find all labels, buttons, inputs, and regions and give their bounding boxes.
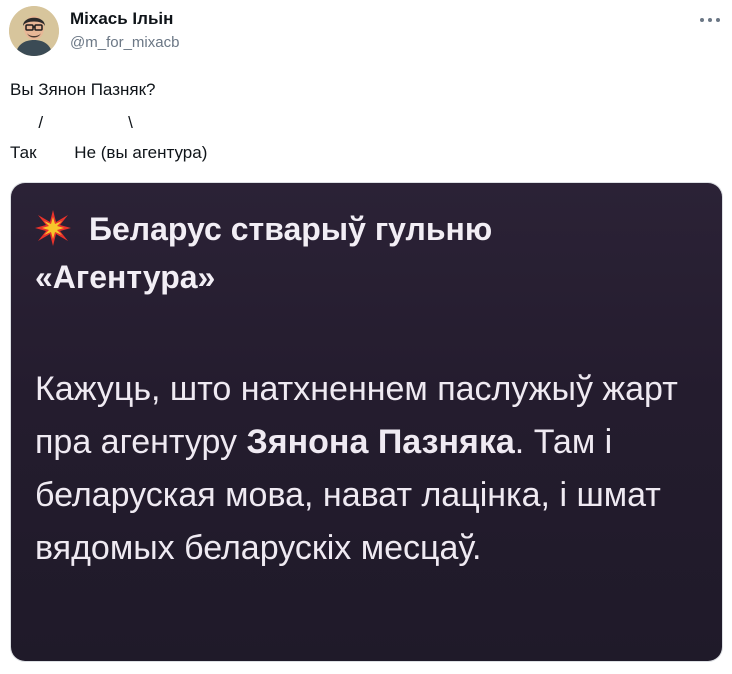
more-options-button[interactable] — [695, 8, 725, 32]
more-horizontal-icon — [700, 18, 720, 22]
avatar[interactable] — [9, 6, 59, 56]
card-title: Беларус стварыў гульню «Агентура» — [35, 205, 705, 301]
media-card[interactable]: Беларус стварыў гульню «Агентура» Кажуць… — [11, 183, 722, 661]
card-title-line: Беларус стварыў гульню — [89, 211, 493, 247]
card-body-bold-name: Зянона Пазняка — [246, 423, 515, 461]
tweet-text-line: Вы Зянон Пазняк? — [10, 80, 156, 99]
author-handle[interactable]: @m_for_mixacb — [70, 34, 179, 52]
collision-icon — [35, 210, 71, 246]
tweet-text-line: Так Не (вы агентура) — [10, 143, 208, 162]
tweet: Міхась Ільін @m_for_mixacb Вы Зянон Пазн… — [0, 0, 732, 674]
card-body: Кажуць, што натхненнем паслужыў жарт пра… — [35, 363, 715, 575]
author-name[interactable]: Міхась Ільін — [70, 9, 173, 29]
card-title-line: «Агентура» — [35, 259, 216, 295]
tweet-text-line: / \ — [10, 113, 133, 132]
avatar-illustration — [9, 6, 59, 56]
